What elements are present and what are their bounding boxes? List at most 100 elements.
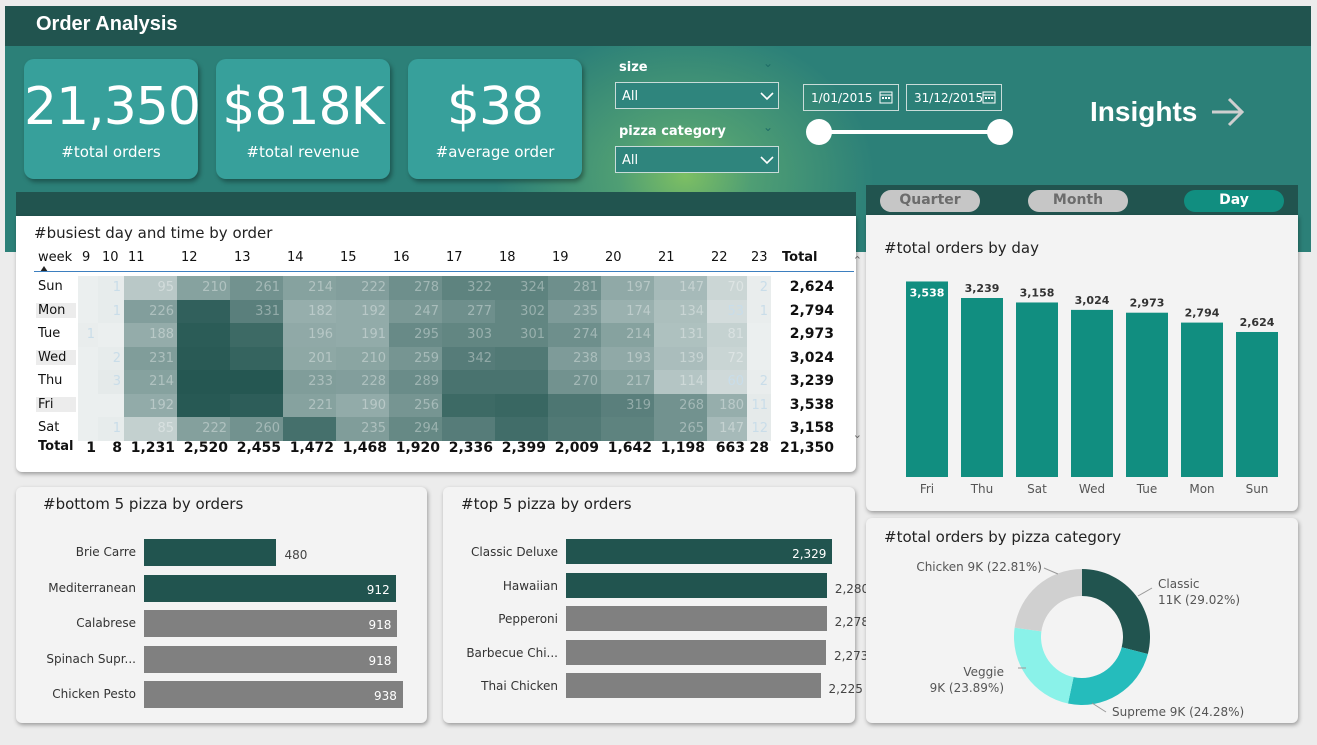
heatmap-cell: 12 bbox=[747, 417, 771, 441]
heatmap-cell: 85 bbox=[124, 417, 177, 441]
calendar-icon[interactable] bbox=[879, 90, 893, 104]
heatmap-cell bbox=[230, 393, 283, 417]
heatmap-cell bbox=[98, 323, 124, 347]
hour-header: 15 bbox=[340, 250, 357, 265]
bar[interactable] bbox=[144, 539, 277, 566]
heatmap-cell: 233 bbox=[283, 370, 336, 394]
date-from-input[interactable]: 1/01/2015 bbox=[803, 84, 899, 111]
slice-veggie[interactable] bbox=[1014, 627, 1074, 704]
bar[interactable] bbox=[566, 673, 821, 698]
leader-line bbox=[1043, 567, 1059, 575]
heatmap-cell: 261 bbox=[230, 276, 283, 300]
date-to-input[interactable]: 31/12/2015 bbox=[906, 84, 1002, 111]
toggle-month[interactable]: Month bbox=[1028, 190, 1128, 212]
x-tick-label: Thu bbox=[970, 482, 994, 496]
chevron-down-icon bbox=[760, 92, 774, 101]
bar-value-label: 2,273 bbox=[834, 648, 869, 663]
slice-classic[interactable] bbox=[1082, 569, 1150, 654]
heatmap-cell bbox=[442, 417, 495, 441]
column-total: 1,920 bbox=[395, 440, 440, 456]
date-slider-track[interactable] bbox=[818, 130, 1000, 134]
arrow-right-icon[interactable] bbox=[1210, 96, 1246, 128]
heatmap-cell: 281 bbox=[548, 276, 601, 300]
size-dropdown[interactable]: All bbox=[615, 82, 779, 109]
heatmap-cell bbox=[230, 346, 283, 370]
kpi-average-order: $38 #average order bbox=[408, 59, 582, 179]
bar[interactable] bbox=[566, 606, 827, 631]
insights-link[interactable]: Insights bbox=[1090, 96, 1197, 128]
slice-chicken[interactable] bbox=[1014, 569, 1082, 632]
hour-header: 22 bbox=[711, 250, 728, 265]
bar-value-label: 918 bbox=[368, 618, 392, 632]
heatmap-cell: 191 bbox=[336, 323, 389, 347]
day-row-label: Wed bbox=[36, 349, 76, 365]
heatmap-cell: 1 bbox=[98, 276, 124, 300]
slice-label: Veggie bbox=[963, 665, 1004, 679]
heatmap-cell: 228 bbox=[336, 370, 389, 394]
heatmap-cell bbox=[495, 417, 548, 441]
toggle-day[interactable]: Day bbox=[1184, 190, 1284, 212]
heatmap-cell: 222 bbox=[336, 276, 389, 300]
heatmap-cell: 190 bbox=[336, 393, 389, 417]
column-total: 2,336 bbox=[448, 440, 493, 456]
bar[interactable] bbox=[566, 639, 827, 665]
day-row-label: Tue bbox=[36, 326, 76, 341]
slice-supreme[interactable] bbox=[1068, 647, 1148, 705]
heatmap-cell: 182 bbox=[283, 299, 336, 323]
heatmap-cell: 11 bbox=[747, 393, 771, 417]
date-slider-end-handle[interactable] bbox=[987, 119, 1013, 145]
heatmap-cell: 210 bbox=[177, 276, 230, 300]
toggle-quarter[interactable]: Quarter bbox=[880, 190, 980, 212]
bar-tue[interactable] bbox=[1126, 312, 1168, 477]
bar-sun[interactable] bbox=[1236, 331, 1278, 477]
chevron-down-icon[interactable]: ⌄ bbox=[763, 120, 773, 134]
bar-thu[interactable] bbox=[961, 298, 1003, 477]
heatmap-card: #busiest day and time by order week 9 10 1… bbox=[16, 216, 862, 472]
bar-fri[interactable] bbox=[906, 281, 948, 477]
heatmap-cell: 319 bbox=[601, 393, 654, 417]
slice-label: Chicken 9K (22.81%) bbox=[916, 560, 1042, 574]
heatmap-cell: 214 bbox=[124, 370, 177, 394]
bar-value-label: 2,624 bbox=[1240, 316, 1275, 329]
x-tick-label: Tue bbox=[1136, 482, 1158, 496]
date-slider-start-handle[interactable] bbox=[806, 119, 832, 145]
heatmap-cell: 256 bbox=[389, 393, 442, 417]
kpi-label: #total revenue bbox=[246, 143, 360, 161]
heatmap-cell: 1 bbox=[747, 299, 771, 323]
hour-header: 16 bbox=[393, 250, 410, 265]
heatmap-cell bbox=[747, 346, 771, 370]
heatmap-cell: 247 bbox=[389, 299, 442, 323]
calendar-icon[interactable] bbox=[982, 90, 996, 104]
row-total: 2,973 bbox=[789, 326, 834, 342]
bar-value-label: 2,225 bbox=[828, 682, 863, 696]
bar[interactable] bbox=[566, 572, 827, 598]
heatmap-cell: 342 bbox=[442, 346, 495, 370]
week-column-header[interactable]: week bbox=[38, 250, 72, 265]
chevron-down-icon[interactable]: ⌄ bbox=[763, 56, 773, 70]
heatmap-cell: 303 bbox=[442, 323, 495, 347]
bar-sat[interactable] bbox=[1016, 302, 1058, 477]
bar-value-label: 2,973 bbox=[1130, 297, 1165, 310]
bar-value-label: 3,239 bbox=[965, 282, 1000, 295]
category-dropdown[interactable]: All bbox=[615, 146, 779, 173]
bar-wed[interactable] bbox=[1071, 309, 1113, 477]
heatmap-cell bbox=[177, 299, 230, 323]
bar-mon[interactable] bbox=[1181, 322, 1223, 477]
heatmap-cell: 139 bbox=[654, 346, 707, 370]
scroll-up-icon[interactable]: ⌃ bbox=[853, 254, 862, 267]
bar-value-label: 3,538 bbox=[910, 286, 945, 299]
scroll-down-icon[interactable]: ⌄ bbox=[853, 428, 862, 441]
bar-value-label: 2,329 bbox=[792, 547, 827, 561]
heatmap-cell: 201 bbox=[283, 346, 336, 370]
column-total: 2,455 bbox=[236, 440, 281, 456]
slice-label: Classic bbox=[1158, 577, 1200, 591]
day-row-label: Sun bbox=[36, 279, 76, 294]
hour-header: 17 bbox=[446, 250, 463, 265]
bar-category-label: Barbecue Chi... bbox=[466, 645, 558, 660]
heatmap-cell bbox=[495, 370, 548, 394]
heatmap-cell: 131 bbox=[654, 323, 707, 347]
hour-header: 19 bbox=[552, 250, 569, 265]
bar-value-label: 912 bbox=[366, 582, 390, 597]
heatmap-cell: 2 bbox=[747, 276, 771, 300]
heatmap-cell: 331 bbox=[230, 299, 283, 323]
